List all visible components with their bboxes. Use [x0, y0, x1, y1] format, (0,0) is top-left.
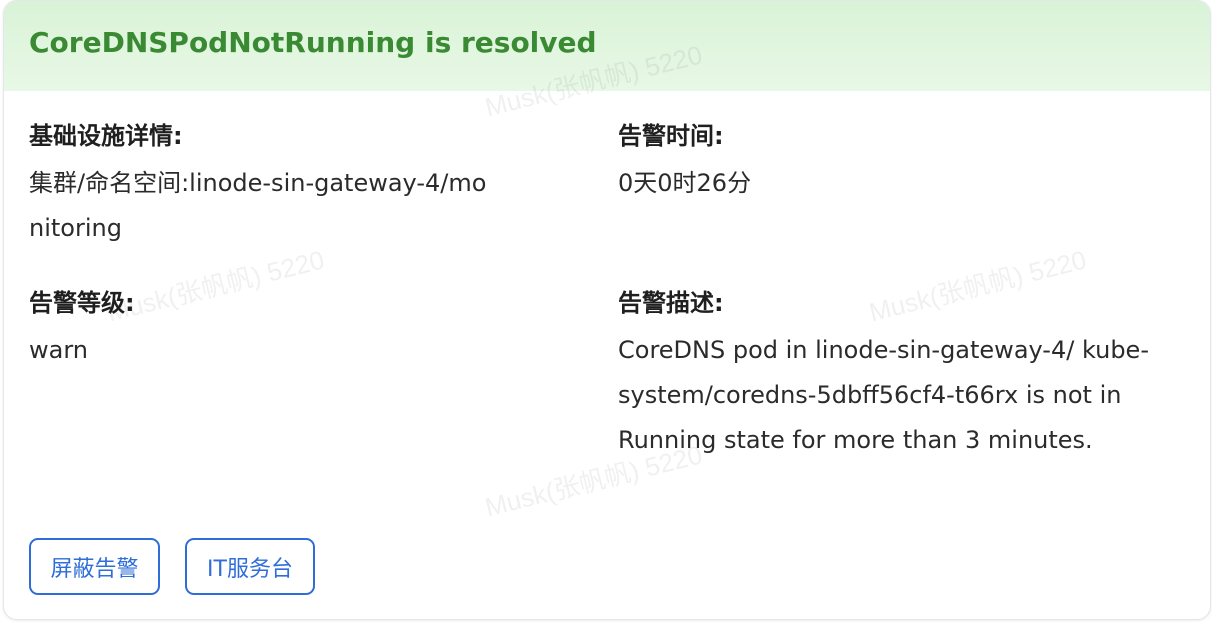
it-service-desk-button[interactable]: IT服务台	[185, 538, 315, 595]
infra-details-value: 集群/命名空间:linode-sin-gateway-4/monitoring	[29, 169, 487, 242]
mute-alert-button[interactable]: 屏蔽告警	[29, 538, 160, 595]
alert-time-field: 告警时间: 0天0时26分	[618, 121, 1138, 206]
alert-time-value: 0天0时26分	[618, 169, 752, 197]
alert-description-value: CoreDNS pod in linode-sin-gateway-4/ kub…	[618, 336, 1149, 454]
alert-level-value: warn	[29, 336, 88, 364]
alert-level-field: 告警等级: warn	[29, 288, 549, 373]
alert-description-field: 告警描述: CoreDNS pod in linode-sin-gateway-…	[618, 288, 1188, 463]
alert-card: CoreDNSPodNotRunning is resolved 基础设施详情:…	[3, 0, 1211, 620]
infra-details-field: 基础设施详情: 集群/命名空间:linode-sin-gateway-4/mon…	[29, 121, 499, 251]
infra-details-label: 基础设施详情:	[29, 122, 183, 150]
alert-description-label: 告警描述:	[618, 289, 724, 317]
alert-level-label: 告警等级:	[29, 289, 135, 317]
alert-time-label: 告警时间:	[618, 122, 724, 150]
alert-header: CoreDNSPodNotRunning is resolved	[4, 1, 1210, 91]
alert-title: CoreDNSPodNotRunning is resolved	[29, 26, 597, 59]
